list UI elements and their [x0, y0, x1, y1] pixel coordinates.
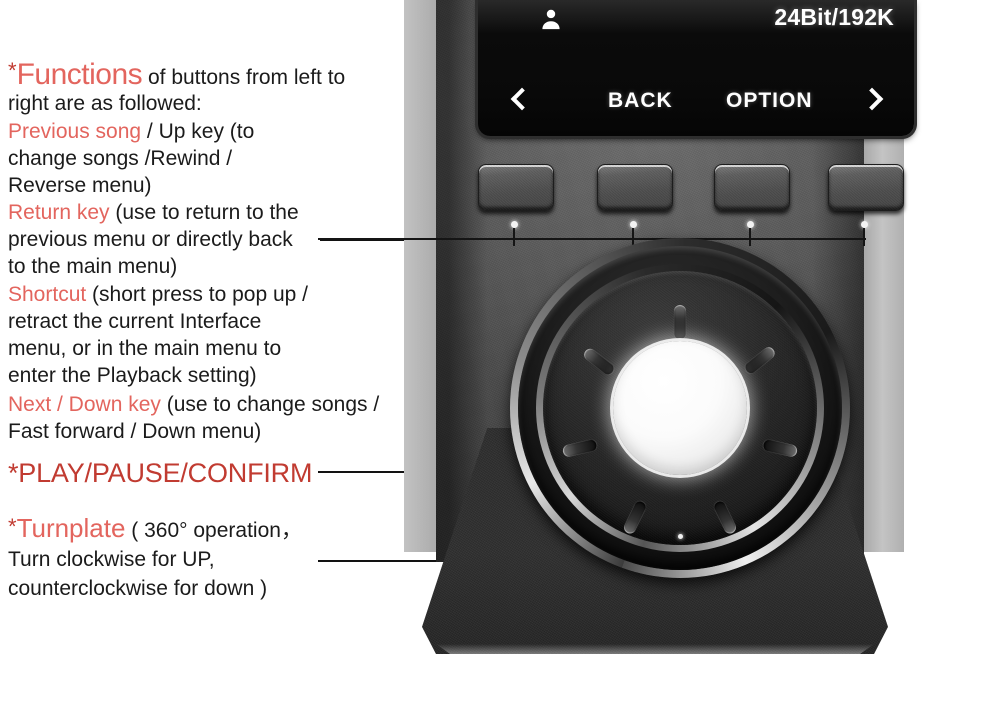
screen-back-button[interactable]: BACK: [608, 89, 673, 113]
annotation-next-down-key: Next / Down key (use to change songs / F…: [8, 391, 428, 445]
callout-tick-3: [749, 228, 751, 246]
previous-song-line3: Reverse menu): [8, 174, 152, 197]
shortcut-line2: retract the current Interface: [8, 310, 262, 333]
button-led-2: [630, 221, 637, 228]
annotation-previous-song: Previous song / Up key (to change songs …: [8, 118, 428, 199]
return-key-rest: (use to return to the: [109, 201, 299, 224]
turnplate-keyword: Turnplate: [16, 513, 126, 543]
jog-slot-mark: [674, 305, 686, 339]
play-pause-confirm-text: *PLAY/PAUSE/CONFIRM: [8, 458, 313, 488]
annotation-shortcut: Shortcut (short press to pop up / retrac…: [8, 281, 428, 389]
shortcut-rest: (short press to pop up /: [86, 283, 309, 306]
annotation-functions: *Functions of buttons from left to right…: [8, 58, 428, 117]
next-down-keyword: Next / Down key: [8, 393, 161, 416]
annotation-play-pause-confirm: *PLAY/PAUSE/CONFIRM: [8, 458, 428, 489]
functions-star: *: [8, 58, 17, 83]
callout-tick-1: [513, 228, 515, 246]
functions-keyword: Functions: [16, 58, 143, 91]
screen-option-button[interactable]: OPTION: [726, 89, 813, 113]
screen-next-button[interactable]: [860, 87, 884, 113]
person-icon: [542, 9, 560, 30]
button-led-4: [861, 221, 868, 228]
button-led-1: [511, 221, 518, 228]
chevron-right-icon: [860, 87, 884, 111]
screen-prev-button[interactable]: [510, 87, 534, 113]
play-pause-confirm-button[interactable]: [613, 341, 747, 475]
device-display-screen[interactable]: 24Bit/192K BACK OPTION: [478, 0, 914, 136]
return-key-line3: to the main menu): [8, 255, 178, 278]
callout-tick-4: [863, 228, 865, 246]
turnplate-rest: ( 360° operation，: [125, 519, 302, 542]
functions-rest: of buttons from left to: [142, 66, 346, 89]
button-led-3: [747, 221, 754, 228]
chevron-left-icon: [510, 87, 534, 111]
screen-nav-bar: BACK OPTION: [478, 86, 914, 116]
hardware-button-previous-song[interactable]: [478, 164, 554, 211]
shortcut-keyword: Shortcut: [8, 283, 87, 306]
jog-wheel-turnplate[interactable]: [510, 238, 850, 578]
turnplate-line3: counterclockwise for down ): [8, 577, 268, 600]
base-bottom-rim: [435, 644, 875, 654]
portable-music-player: 24Bit/192K BACK OPTION: [318, 0, 914, 666]
shortcut-line3: menu, or in the main menu to: [8, 337, 282, 360]
next-down-line2: Fast forward / Down menu): [8, 420, 262, 443]
turnplate-star: *: [8, 514, 17, 539]
hardware-button-shortcut[interactable]: [714, 164, 790, 211]
previous-song-rest: / Up key (to: [141, 120, 255, 143]
hardware-button-return[interactable]: [597, 164, 673, 211]
return-key-keyword: Return key: [8, 201, 110, 224]
hardware-button-next-down[interactable]: [828, 164, 904, 211]
audio-format-label: 24Bit/192K: [774, 4, 894, 30]
previous-song-keyword: Previous song: [8, 120, 142, 143]
shortcut-line4: enter the Playback setting): [8, 364, 257, 387]
callout-comb-bar: [318, 238, 866, 240]
jog-index-dot: [678, 534, 683, 539]
next-down-rest: (use to change songs /: [160, 393, 380, 416]
annotated-device-figure: *Functions of buttons from left to right…: [0, 0, 1000, 727]
annotation-turnplate: *Turnplate ( 360° operation， Turn clockw…: [8, 512, 428, 603]
functions-line2: right are as followed:: [8, 92, 202, 115]
previous-song-line2: change songs /Rewind /: [8, 147, 233, 170]
